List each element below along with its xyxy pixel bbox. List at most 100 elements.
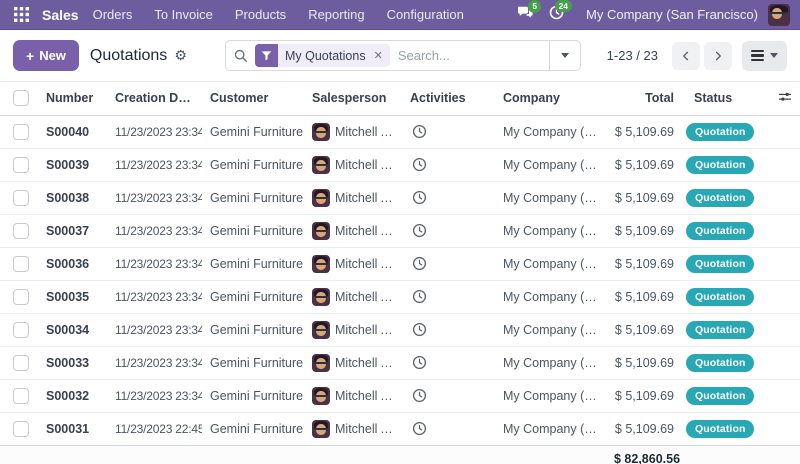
cell-creation-date: 11/23/2023 23:34:0 [107, 280, 202, 313]
row-checkbox[interactable] [13, 289, 29, 305]
cell-salesperson: Mitchell Admin [335, 290, 394, 304]
activity-clock-icon[interactable] [412, 421, 480, 436]
activity-clock-icon[interactable] [412, 157, 480, 172]
filter-funnel-icon [255, 44, 278, 67]
row-checkbox[interactable] [13, 421, 29, 437]
apps-grid-icon[interactable] [8, 3, 34, 27]
cell-creation-date: 11/23/2023 23:34:0 [107, 346, 202, 379]
company-switcher[interactable]: My Company (San Francisco) [586, 7, 758, 22]
activities-button[interactable]: 24 [549, 5, 564, 25]
cell-creation-date: 11/23/2023 23:34:0 [107, 214, 202, 247]
user-avatar[interactable] [768, 4, 790, 26]
row-checkbox[interactable] [13, 157, 29, 173]
remove-facet-button[interactable]: ✕ [373, 49, 390, 62]
app-name[interactable]: Sales [42, 7, 79, 23]
salesperson-avatar [312, 222, 330, 240]
row-checkbox[interactable] [13, 355, 29, 371]
cell-creation-date: 11/23/2023 23:34:0 [107, 379, 202, 412]
activity-clock-icon[interactable] [412, 190, 480, 205]
cell-number: S00040 [38, 115, 107, 148]
row-checkbox[interactable] [13, 388, 29, 404]
menu-orders[interactable]: Orders [93, 7, 133, 22]
cell-customer: Gemini Furniture [202, 412, 304, 445]
row-checkbox[interactable] [13, 256, 29, 272]
cell-company: My Company (San Francisco) [488, 379, 606, 412]
cell-customer: Gemini Furniture [202, 313, 304, 346]
select-all-checkbox[interactable] [13, 90, 29, 106]
activity-clock-icon[interactable] [412, 388, 480, 403]
header-company[interactable]: Company [488, 82, 606, 115]
table-row[interactable]: S00037 11/23/2023 23:34:0 Gemini Furnitu… [0, 214, 800, 247]
search-icon [234, 49, 248, 63]
search-bar[interactable]: My Quotations ✕ [225, 40, 581, 71]
cell-company: My Company (San Francisco) [488, 214, 606, 247]
cell-number: S00032 [38, 379, 107, 412]
row-checkbox[interactable] [13, 190, 29, 206]
messages-count-badge: 5 [528, 0, 541, 13]
activity-clock-icon[interactable] [412, 355, 480, 370]
cell-number: S00038 [38, 181, 107, 214]
table-row[interactable]: S00031 11/23/2023 22:45:4 Gemini Furnitu… [0, 412, 800, 445]
menu-products[interactable]: Products [235, 7, 286, 22]
cell-customer: Gemini Furniture [202, 148, 304, 181]
status-badge: Quotation [686, 420, 754, 438]
cell-creation-date: 11/23/2023 22:45:4 [107, 412, 202, 445]
row-checkbox[interactable] [13, 322, 29, 338]
plus-icon: + [26, 48, 34, 64]
table-row[interactable]: S00032 11/23/2023 23:34:0 Gemini Furnitu… [0, 379, 800, 412]
activity-clock-icon[interactable] [412, 124, 480, 139]
row-checkbox[interactable] [13, 223, 29, 239]
search-options-toggle[interactable] [549, 41, 580, 70]
cell-total: $ 5,109.69 [606, 247, 682, 280]
row-checkbox[interactable] [13, 124, 29, 140]
optional-columns-icon[interactable] [778, 92, 792, 106]
table-row[interactable]: S00039 11/23/2023 23:34:1 Gemini Furnitu… [0, 148, 800, 181]
menu-configuration[interactable]: Configuration [387, 7, 464, 22]
search-input[interactable] [390, 48, 549, 63]
table-row[interactable]: S00036 11/23/2023 23:34:0 Gemini Furnitu… [0, 247, 800, 280]
table-row[interactable]: S00033 11/23/2023 23:34:0 Gemini Furnitu… [0, 346, 800, 379]
control-panel: + New Quotations ⚙ My Quotations ✕ 1-23 … [0, 30, 800, 82]
table-row[interactable]: S00035 11/23/2023 23:34:0 Gemini Furnitu… [0, 280, 800, 313]
cell-total: $ 5,109.69 [606, 280, 682, 313]
pager-next-button[interactable] [704, 42, 732, 70]
cell-customer: Gemini Furniture [202, 181, 304, 214]
pager-previous-button[interactable] [672, 42, 700, 70]
status-badge: Quotation [686, 123, 754, 141]
settings-gear-icon[interactable]: ⚙ [174, 47, 187, 64]
status-badge: Quotation [686, 321, 754, 339]
cell-company: My Company (San Francisco) [488, 412, 606, 445]
cell-number: S00035 [38, 280, 107, 313]
salesperson-avatar [312, 321, 330, 339]
activity-clock-icon[interactable] [412, 223, 480, 238]
table-row[interactable]: S00034 11/23/2023 23:34:0 Gemini Furnitu… [0, 313, 800, 346]
list-view-icon [751, 50, 764, 62]
table-row[interactable]: S00038 11/23/2023 23:34:1 Gemini Furnitu… [0, 181, 800, 214]
cell-salesperson: Mitchell Admin [335, 224, 394, 238]
salesperson-avatar [312, 420, 330, 438]
cell-creation-date: 11/23/2023 23:34:1 [107, 148, 202, 181]
table-row[interactable]: S00040 11/23/2023 23:34:1 Gemini Furnitu… [0, 115, 800, 148]
header-total[interactable]: Total [606, 82, 682, 115]
header-customer[interactable]: Customer [202, 82, 304, 115]
activity-clock-icon[interactable] [412, 322, 480, 337]
new-button[interactable]: + New [13, 40, 79, 71]
cell-creation-date: 11/23/2023 23:34:1 [107, 115, 202, 148]
quotations-table: Number Creation Date Customer Salesperso… [0, 82, 800, 464]
header-activities[interactable]: Activities [402, 82, 488, 115]
messages-button[interactable]: 5 [517, 5, 533, 24]
header-status[interactable]: Status [682, 82, 770, 115]
header-creation-date[interactable]: Creation Date [107, 82, 202, 115]
cell-salesperson: Mitchell Admin [335, 158, 394, 172]
activity-clock-icon[interactable] [412, 256, 480, 271]
view-switcher-button[interactable] [742, 41, 787, 71]
cell-salesperson: Mitchell Admin [335, 389, 394, 403]
page-title: Quotations [90, 47, 167, 65]
header-number[interactable]: Number [38, 82, 107, 115]
menu-reporting[interactable]: Reporting [308, 7, 364, 22]
header-salesperson[interactable]: Salesperson [304, 82, 402, 115]
activity-clock-icon[interactable] [412, 289, 480, 304]
status-badge: Quotation [686, 354, 754, 372]
menu-to-invoice[interactable]: To Invoice [154, 7, 213, 22]
cell-total: $ 5,109.69 [606, 412, 682, 445]
